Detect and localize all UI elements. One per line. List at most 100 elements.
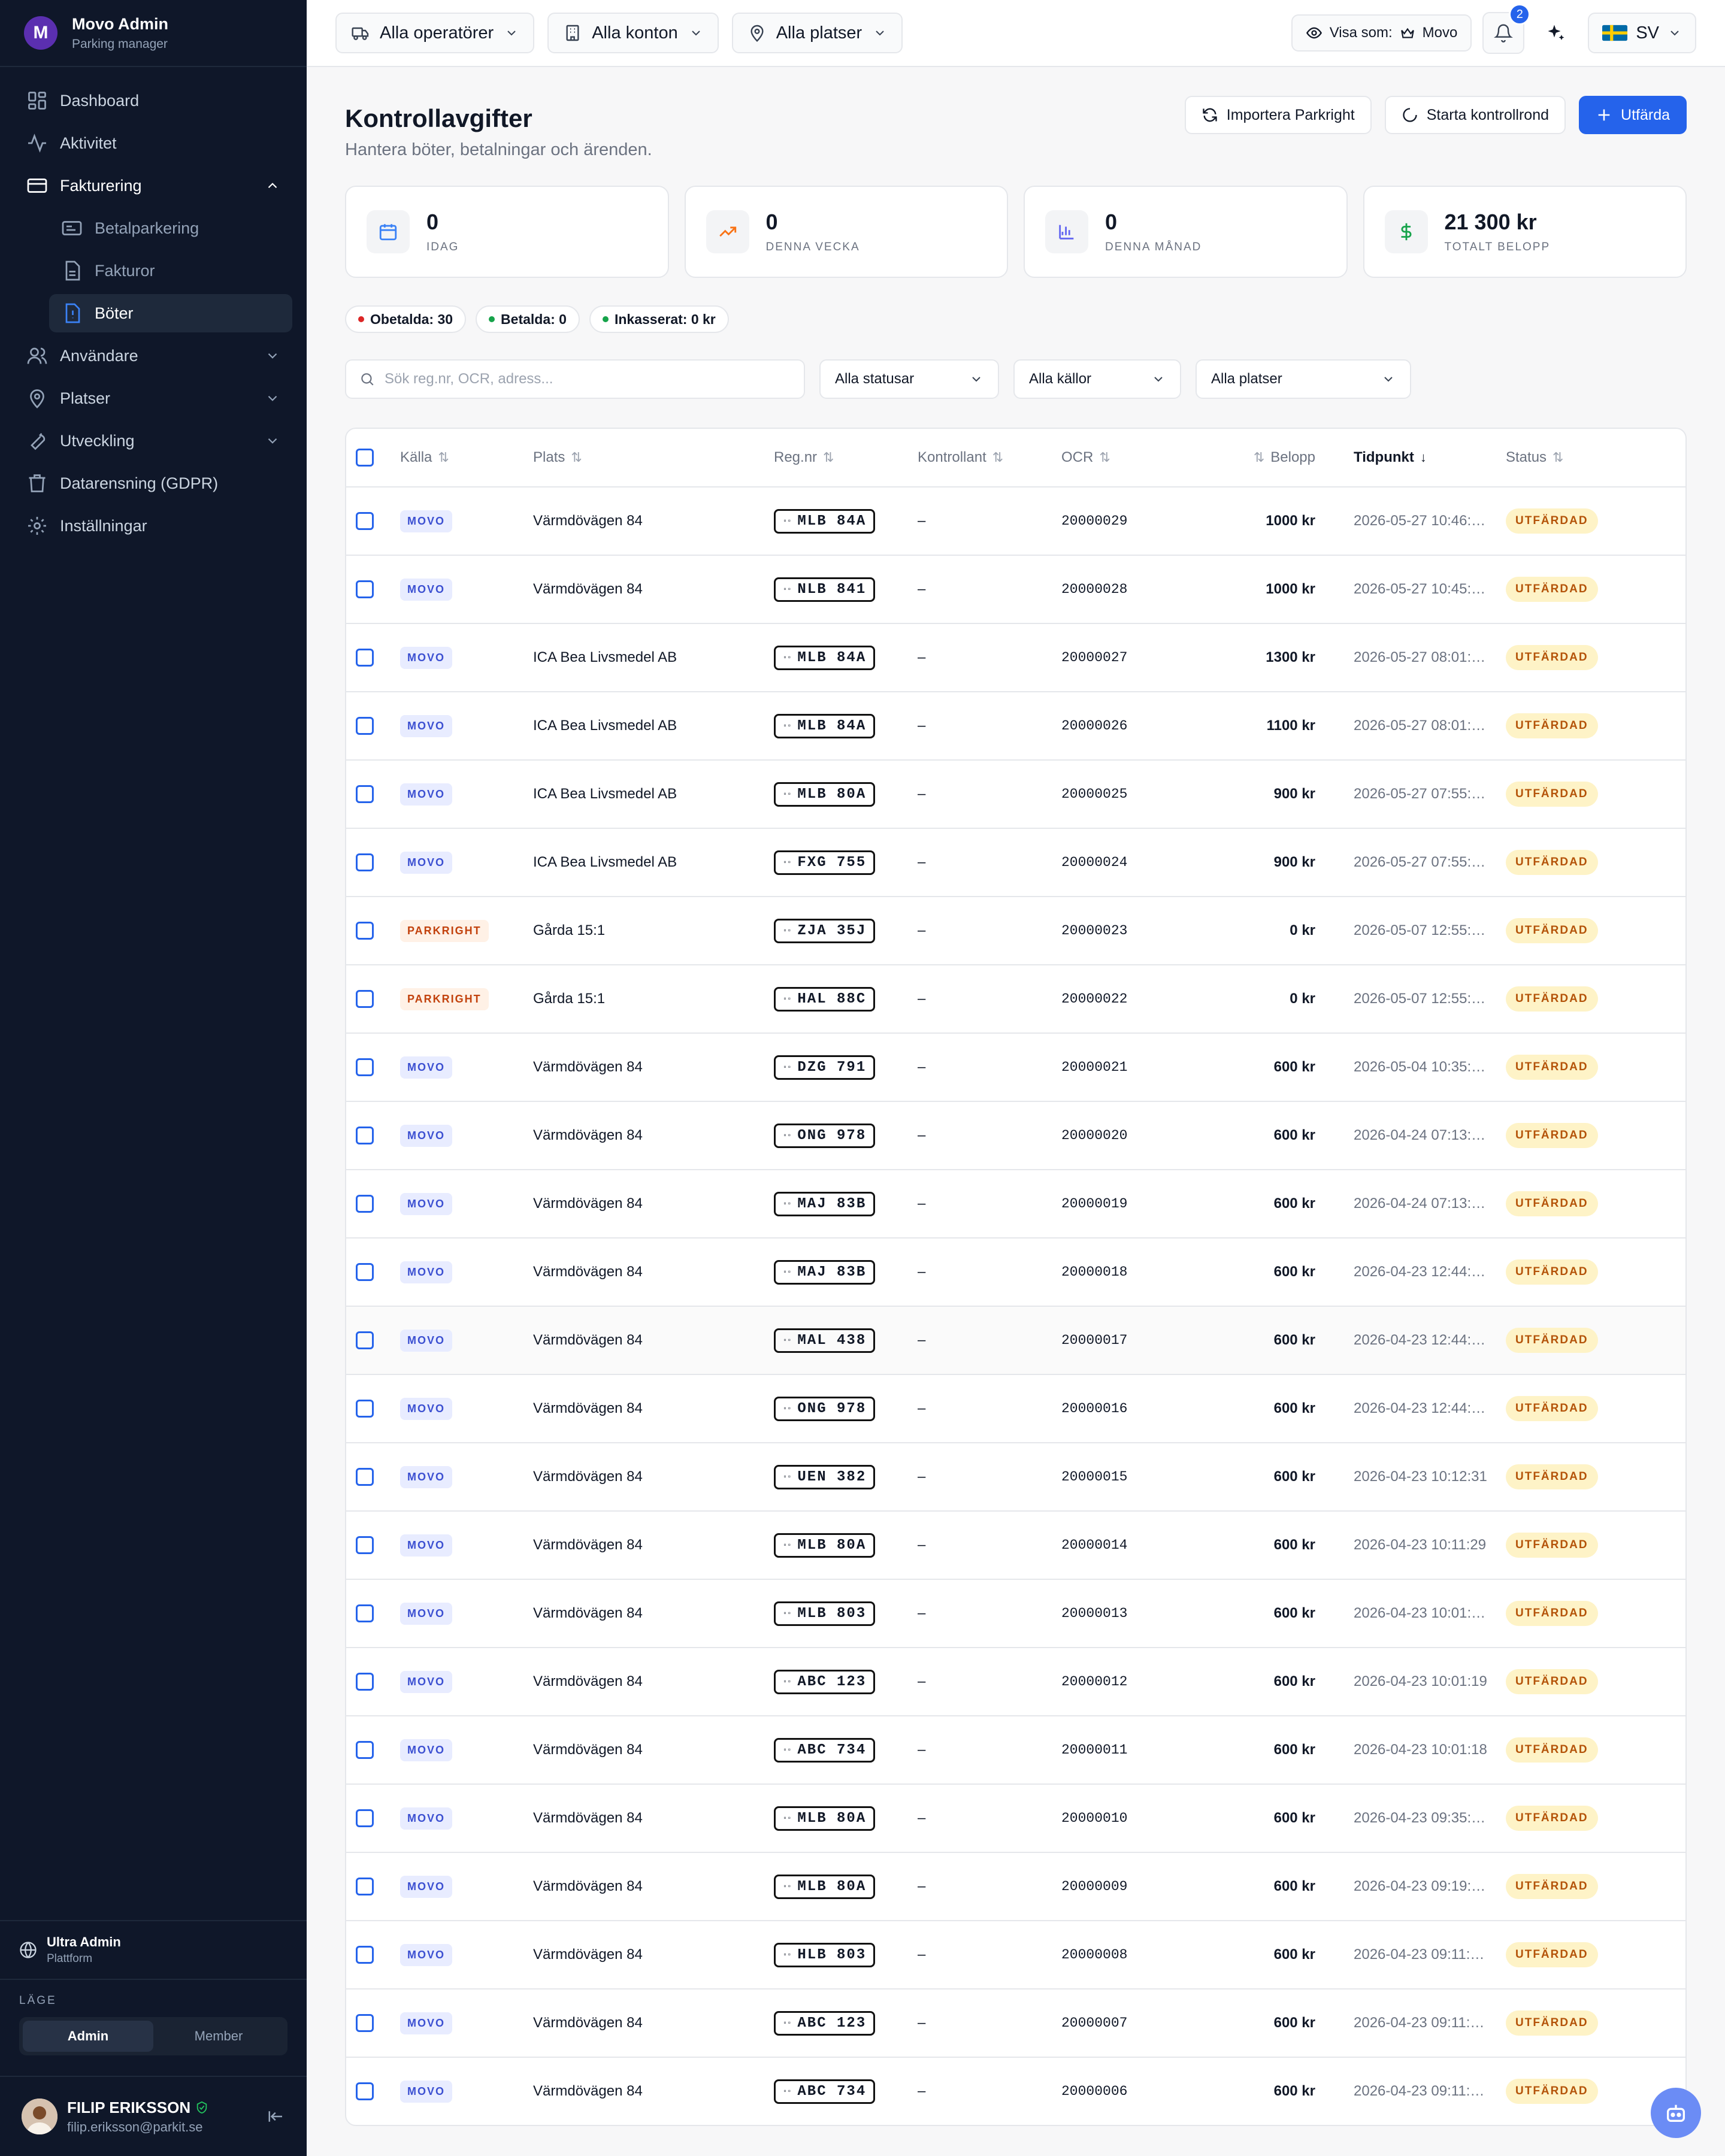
sidebar-item-platser[interactable]: Platser: [14, 379, 292, 417]
mode-admin-button[interactable]: Admin: [23, 2021, 153, 2052]
table-row[interactable]: MOVO Värmdövägen 84 ▫▫ NLB 841 – 20000028 1000…: [346, 555, 1685, 623]
notifications-button[interactable]: 2: [1482, 4, 1531, 54]
table-row[interactable]: MOVO ICA Bea Livsmedel AB ▫▫ MLB 84A – 200000…: [346, 623, 1685, 691]
row-checkbox[interactable]: [356, 1468, 374, 1486]
search-input[interactable]: Sök reg.nr, OCR, adress...: [345, 359, 805, 399]
pill-paid[interactable]: Betalda: 0: [476, 305, 580, 333]
start-control-round-button[interactable]: Starta kontrollrond: [1384, 96, 1566, 134]
table-row[interactable]: MOVO Värmdövägen 84 ▫▫ MAL 438 – 20000017 600 …: [346, 1306, 1685, 1374]
pill-collected[interactable]: Inkasserat: 0 kr: [589, 305, 729, 333]
column-header-time[interactable]: Tidpunkt ↓: [1326, 449, 1506, 466]
sidebar-item-dashboard[interactable]: Dashboard: [14, 81, 292, 120]
row-checkbox[interactable]: [356, 1400, 374, 1418]
table-row[interactable]: MOVO ICA Bea Livsmedel AB ▫▫ MLB 84A – 200000…: [346, 691, 1685, 759]
pill-unpaid[interactable]: Obetalda: 30: [345, 305, 467, 333]
table-row[interactable]: MOVO Värmdövägen 84 ▫▫ ABC 123 – 20000007 600 …: [346, 1988, 1685, 2057]
row-checkbox[interactable]: [356, 1536, 374, 1554]
table-row[interactable]: MOVO Värmdövägen 84 ▫▫ ONG 978 – 20000016 600 …: [346, 1374, 1685, 1442]
row-checkbox[interactable]: [356, 1331, 374, 1349]
table-row[interactable]: MOVO ICA Bea Livsmedel AB ▫▫ MLB 80A – 200000…: [346, 759, 1685, 828]
column-header-source[interactable]: Källa ⇅: [400, 449, 533, 466]
table-row[interactable]: MOVO Värmdövägen 84 ▫▫ MAJ 83B – 20000018 600 …: [346, 1237, 1685, 1306]
row-checkbox[interactable]: [356, 649, 374, 667]
table-row[interactable]: MOVO Värmdövägen 84 ▫▫ ABC 734 – 20000006 600 …: [346, 2057, 1685, 2125]
table-row[interactable]: MOVO Värmdövägen 84 ▫▫ MLB 80A – 20000009 600 …: [346, 1852, 1685, 1920]
column-header-place[interactable]: Plats ⇅: [533, 449, 774, 466]
table-row[interactable]: MOVO Värmdövägen 84 ▫▫ HLB 803 – 20000008 600 …: [346, 1920, 1685, 1988]
row-checkbox[interactable]: [356, 1741, 374, 1759]
ai-sparkles-button[interactable]: [1535, 12, 1577, 54]
column-header-status[interactable]: Status ⇅: [1506, 449, 1644, 466]
source-select[interactable]: Alla källor: [1013, 359, 1181, 399]
sidebar-item-betalparkering[interactable]: Betalparkering: [49, 209, 292, 247]
stat-label: DENNA MÅNAD: [1105, 241, 1202, 253]
table-row[interactable]: MOVO Värmdövägen 84 ▫▫ DZG 791 – 20000021 600 …: [346, 1032, 1685, 1101]
operator-filter[interactable]: Alla operatörer: [335, 13, 535, 53]
org-switcher[interactable]: Ultra Admin Plattform: [0, 1920, 307, 1980]
brand[interactable]: M Movo Admin Parking manager: [0, 0, 307, 67]
assistant-button[interactable]: [1651, 2088, 1701, 2138]
row-checkbox[interactable]: [356, 1946, 374, 1964]
status-select[interactable]: Alla statusar: [819, 359, 999, 399]
cell-time: 2026-05-27 08:01:…: [1354, 717, 1486, 734]
column-header-amount[interactable]: ⇅ Belopp: [1151, 449, 1326, 466]
row-checkbox[interactable]: [356, 2082, 374, 2100]
row-checkbox[interactable]: [356, 512, 374, 530]
cell-time: 2026-04-23 09:35:…: [1354, 1810, 1486, 1826]
row-checkbox[interactable]: [356, 922, 374, 940]
row-checkbox[interactable]: [356, 853, 374, 871]
table-row[interactable]: MOVO ICA Bea Livsmedel AB ▫▫ FXG 755 – 200000…: [346, 828, 1685, 896]
select-all-checkbox[interactable]: [356, 449, 374, 467]
mode-member-button[interactable]: Member: [153, 2021, 284, 2052]
row-checkbox[interactable]: [356, 2014, 374, 2032]
sidebar-item-fakturering[interactable]: Fakturering: [14, 166, 292, 205]
table-row[interactable]: PARKRIGHT Gårda 15:1 ▫▫ HAL 88C – 20000022 0 k…: [346, 964, 1685, 1032]
sidebar-item-boter[interactable]: Böter: [49, 294, 292, 332]
sidebar-item-installningar[interactable]: Inställningar: [14, 507, 292, 545]
table-row[interactable]: MOVO Värmdövägen 84 ▫▫ MAJ 83B – 20000019 600 …: [346, 1169, 1685, 1237]
collapse-sidebar-icon[interactable]: [267, 2107, 285, 2125]
account-filter[interactable]: Alla konton: [547, 13, 719, 53]
row-checkbox[interactable]: [356, 717, 374, 735]
sidebar-item-anvandare[interactable]: Användare: [14, 337, 292, 375]
row-checkbox[interactable]: [356, 990, 374, 1008]
row-checkbox[interactable]: [356, 1878, 374, 1895]
column-header-ocr[interactable]: OCR ⇅: [1061, 449, 1151, 466]
import-parkright-button[interactable]: Importera Parkright: [1184, 96, 1372, 134]
cell-controller: –: [918, 1195, 926, 1212]
language-selector[interactable]: SV: [1588, 13, 1696, 53]
sidebar-item-gdpr[interactable]: Datarensning (GDPR): [14, 464, 292, 502]
user-profile[interactable]: FILIP ERIKSSON filip.eriksson@parkit.se: [0, 2077, 307, 2156]
row-checkbox[interactable]: [356, 580, 374, 598]
table-row[interactable]: MOVO Värmdövägen 84 ▫▫ ABC 734 – 20000011 600 …: [346, 1715, 1685, 1783]
cell-ocr: 20000029: [1061, 513, 1128, 529]
table-row[interactable]: MOVO Värmdövägen 84 ▫▫ MLB 84A – 20000029 1000…: [346, 486, 1685, 555]
view-as-selector[interactable]: Visa som: Movo: [1291, 14, 1472, 52]
row-checkbox[interactable]: [356, 1673, 374, 1691]
row-checkbox[interactable]: [356, 1127, 374, 1144]
cell-controller: –: [918, 1946, 926, 1963]
issue-fine-button[interactable]: Utfärda: [1579, 96, 1687, 134]
sidebar-item-aktivitet[interactable]: Aktivitet: [14, 124, 292, 162]
table-row[interactable]: MOVO Värmdövägen 84 ▫▫ ONG 978 – 20000020 600 …: [346, 1101, 1685, 1169]
row-checkbox[interactable]: [356, 1263, 374, 1281]
row-checkbox[interactable]: [356, 1058, 374, 1076]
table-row[interactable]: PARKRIGHT Gårda 15:1 ▫▫ ZJA 35J – 20000023 0 k…: [346, 896, 1685, 964]
table-row[interactable]: MOVO Värmdövägen 84 ▫▫ MLB 80A – 20000010 600 …: [346, 1783, 1685, 1852]
sidebar-item-utveckling[interactable]: Utveckling: [14, 422, 292, 460]
place-select[interactable]: Alla platser: [1196, 359, 1411, 399]
table-row[interactable]: MOVO Värmdövägen 84 ▫▫ ABC 123 – 20000012 600 …: [346, 1647, 1685, 1715]
row-checkbox[interactable]: [356, 1604, 374, 1622]
row-checkbox[interactable]: [356, 1809, 374, 1827]
row-checkbox[interactable]: [356, 785, 374, 803]
place-filter[interactable]: Alla platser: [731, 13, 903, 53]
column-header-controller[interactable]: Kontrollant ⇅: [918, 449, 1061, 466]
row-checkbox[interactable]: [356, 1195, 374, 1213]
column-header-reg[interactable]: Reg.nr ⇅: [774, 449, 918, 466]
table-row[interactable]: MOVO Värmdövägen 84 ▫▫ MLB 80A – 20000014 600 …: [346, 1510, 1685, 1579]
cell-controller: –: [918, 1332, 926, 1348]
table-row[interactable]: MOVO Värmdövägen 84 ▫▫ UEN 382 – 20000015 600 …: [346, 1442, 1685, 1510]
table-row[interactable]: MOVO Värmdövägen 84 ▫▫ MLB 803 – 20000013 600 …: [346, 1579, 1685, 1647]
mode-label: LÄGE: [19, 1994, 57, 2007]
sidebar-item-fakturor[interactable]: Fakturor: [49, 252, 292, 290]
